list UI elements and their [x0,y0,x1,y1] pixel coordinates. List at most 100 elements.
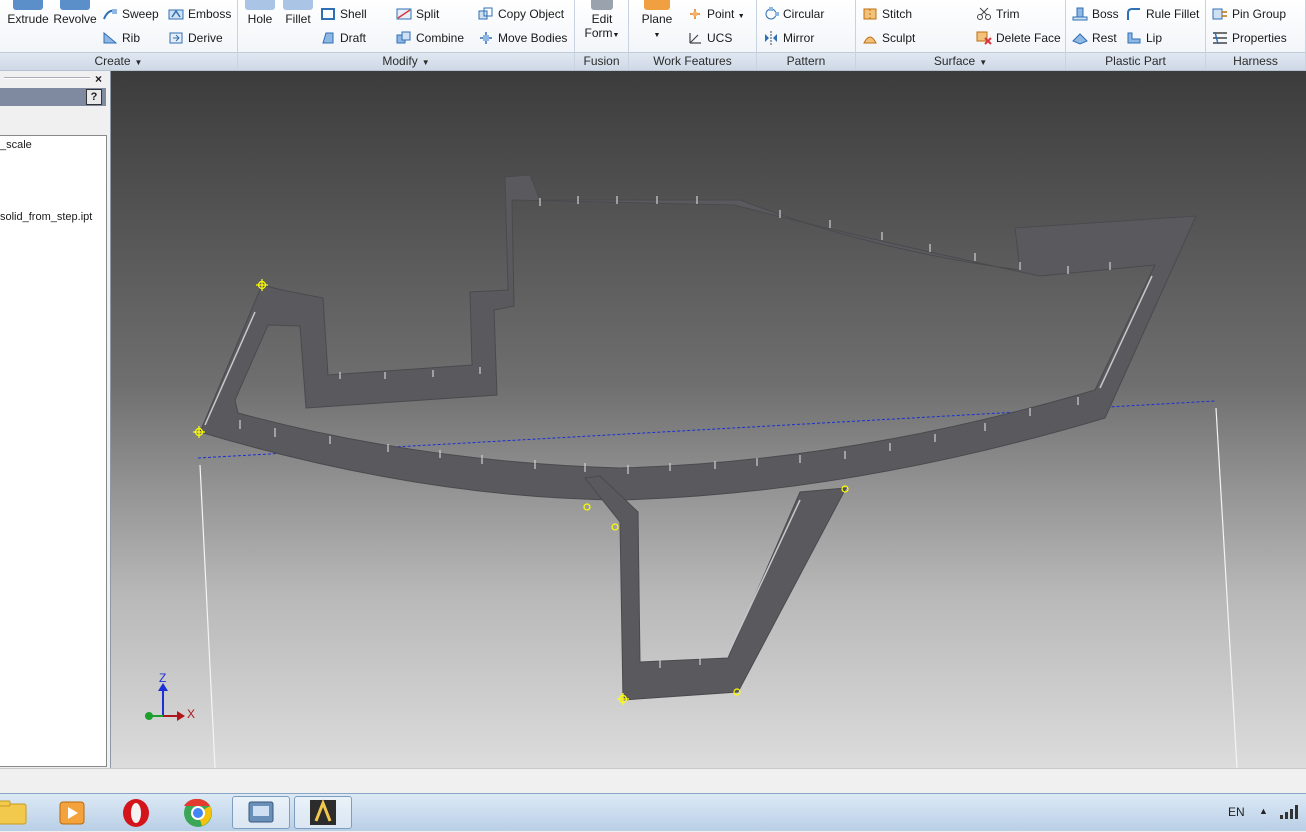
chrome-icon [184,798,212,827]
folder-icon [0,800,27,825]
rule-fillet-icon [1127,8,1140,20]
tree-item-solid-from-step[interactable]: solid_from_step.ipt [0,211,92,223]
language-indicator[interactable]: EN [1228,805,1245,819]
hull-profile[interactable] [199,174,1197,501]
browser-top-bar: × [0,71,108,87]
browser-grip[interactable] [4,77,90,79]
hole-icon [245,0,275,10]
extrude-label: Extrude [7,12,49,26]
pattern-group-label: Pattern [757,52,855,70]
media-player-icon [59,801,85,825]
taskbar-chrome[interactable] [172,796,224,829]
boss-button[interactable]: Boss [1072,6,1119,22]
view-axis-indicator[interactable]: Z X [135,671,205,731]
split-button[interactable]: Split [396,6,439,22]
work-features-group: Plane ▼ Point ▼ UCS Work Features [629,0,757,70]
delete-face-button[interactable]: Delete Face [976,30,1061,46]
shell-button[interactable]: Shell [320,6,367,22]
delete-face-icon [976,31,992,45]
revolve-icon [60,0,90,10]
circular-pattern-icon [765,7,779,20]
graphics-viewport[interactable]: Z X [111,71,1306,768]
pin-group-button[interactable]: Pin Group [1212,6,1286,22]
browser-tree: _scale solid_from_step.ipt [0,135,107,767]
taskbar-media-player[interactable] [46,796,98,829]
modify-group-label[interactable]: Modify ▼ [238,52,574,70]
edit-form-button[interactable]: Edit Form▼ [579,0,625,43]
fillet-button[interactable]: Fillet [280,0,316,26]
dropdown-arrow-icon: ▼ [737,13,745,20]
ucs-icon [689,33,701,44]
combine-icon [396,31,411,44]
sculpt-button[interactable]: Sculpt [862,30,915,46]
keel-profile[interactable] [584,475,847,701]
rib-button[interactable]: Rib [102,30,140,46]
draft-button[interactable]: Draft [320,30,366,46]
mirror-button[interactable]: Mirror [763,30,814,46]
copy-object-button[interactable]: Copy Object [478,6,564,22]
harness-group-label: Harness [1206,52,1305,70]
model-browser: × ? _scale solid_from_step.ipt [0,71,111,768]
taskbar-explorer[interactable] [0,796,38,829]
surface-group: Stitch Sculpt Trim Delete Face Surface ▼ [856,0,1066,70]
sculpt-icon [863,36,877,44]
pin-group-icon [1212,8,1227,20]
draft-icon [322,32,334,44]
move-bodies-button[interactable]: Move Bodies [478,30,567,46]
trim-button[interactable]: Trim [976,6,1020,22]
application-icon [248,801,274,823]
fusion-group-label: Fusion [575,52,628,70]
extrude-icon [13,0,43,10]
lip-button[interactable]: Lip [1126,30,1162,46]
close-icon[interactable]: × [95,72,102,86]
work-features-group-label: Work Features [629,52,756,70]
create-group-label[interactable]: Create ▼ [0,52,237,70]
browser-header: ? [0,88,106,106]
copy-object-icon [478,7,493,20]
revolve-label: Revolve [53,12,97,26]
taskbar-opera[interactable] [110,796,162,829]
point-icon [690,9,700,19]
extrude-button[interactable]: Extrude [6,0,50,26]
dropdown-arrow-icon: ▼ [612,32,620,39]
dropdown-arrow-icon: ▼ [653,32,661,39]
harness-group: Pin Group Properties Harness [1206,0,1306,70]
point-button[interactable]: Point ▼ [687,6,745,25]
surface-group-label[interactable]: Surface ▼ [856,52,1065,70]
fillet-icon [283,0,313,10]
sketch-edge-right[interactable] [1215,407,1238,768]
rule-fillet-button[interactable]: Rule Fillet [1126,6,1199,22]
model-canvas[interactable] [111,71,1306,768]
rest-icon [1072,33,1088,45]
plane-button[interactable]: Plane ▼ [637,0,677,43]
split-icon [396,8,412,20]
stitch-button[interactable]: Stitch [862,6,912,22]
tree-item-scale[interactable]: _scale [0,139,32,151]
taskbar-inventor[interactable] [294,796,352,829]
properties-icon [1213,31,1227,45]
trim-icon [977,7,991,20]
shell-icon [321,8,335,20]
revolve-button[interactable]: Revolve [52,0,98,26]
ucs-button[interactable]: UCS [687,30,732,46]
taskbar-application[interactable] [232,796,290,829]
stitch-icon [863,8,877,20]
network-signal-icon[interactable] [1279,804,1299,820]
combine-button[interactable]: Combine [396,30,464,46]
hole-button[interactable]: Hole [242,0,278,26]
modify-group: Hole Fillet Shell Draft Split Combine Co… [238,0,575,70]
derive-button[interactable]: Derive [168,30,223,46]
help-icon[interactable]: ? [86,89,102,105]
inventor-icon [310,798,336,825]
sweep-button[interactable]: Sweep [102,6,159,22]
rest-button[interactable]: Rest [1072,30,1117,46]
axis-z-label: Z [159,671,167,685]
windows-taskbar: EN ▲ [0,793,1306,831]
chevron-down-icon: ▼ [979,58,988,67]
properties-button[interactable]: Properties [1212,30,1287,46]
emboss-button[interactable]: Emboss [168,6,231,22]
ribbon: Extrude Revolve Sweep Emboss Rib Derive … [0,0,1306,71]
show-hidden-icons-icon[interactable]: ▲ [1259,806,1268,816]
circular-button[interactable]: Circular [763,6,824,22]
create-group: Extrude Revolve Sweep Emboss Rib Derive … [0,0,238,70]
